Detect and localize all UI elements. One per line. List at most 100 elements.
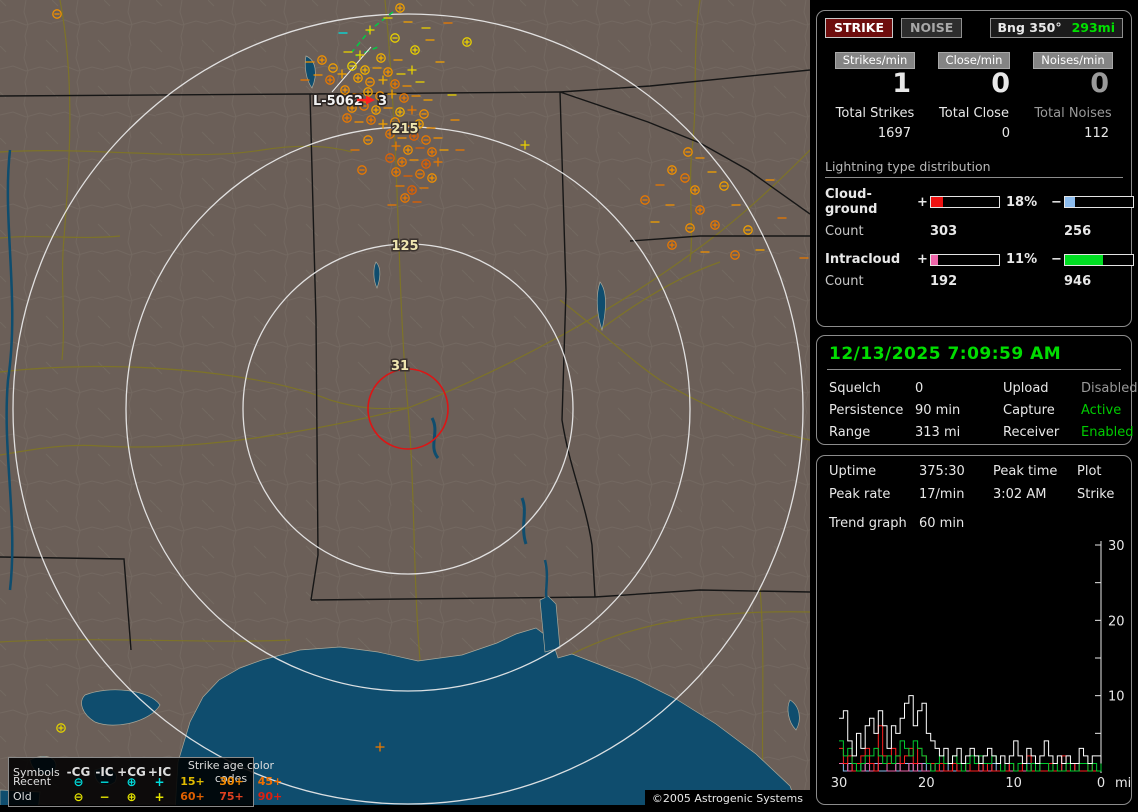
uptime-value: 375:30 bbox=[919, 464, 965, 479]
storm-cell-speed: 3 bbox=[378, 94, 387, 109]
peak-rate-value: 17/min bbox=[919, 487, 965, 502]
lightning-map[interactable]: 215 125 31 L-5062 3 Symbols -CG -IC +CG … bbox=[0, 0, 810, 812]
receiver-label: Receiver bbox=[1003, 425, 1060, 440]
noises-per-min-column: Noises/min 0 Total Noises 112 bbox=[1025, 52, 1121, 141]
cg-neg-count: 256 bbox=[1064, 224, 1092, 240]
ic-neg-count: 946 bbox=[1064, 274, 1092, 290]
cloud-ground-label: Cloud-ground bbox=[825, 187, 878, 218]
intracloud-row: Intracloud + 11% − 56% bbox=[825, 252, 1134, 268]
strikes-per-min-column: Strikes/min 1 Total Strikes 1697 bbox=[827, 52, 923, 141]
noises-per-min-value: 0 bbox=[1090, 68, 1109, 99]
squelch-label: Squelch bbox=[829, 381, 881, 396]
trend-graph-row: Trend graph 60 min bbox=[827, 516, 1125, 531]
cg-pos-count: 303 bbox=[930, 224, 958, 240]
close-per-min-value: 0 bbox=[991, 68, 1010, 99]
intracloud-count-row: Count 192 946 bbox=[825, 274, 1123, 289]
intracloud-label: Intracloud bbox=[825, 252, 901, 268]
age-60: 60+ bbox=[180, 790, 205, 803]
svg-text:10: 10 bbox=[1005, 776, 1022, 789]
cg-count-label: Count bbox=[825, 224, 864, 240]
cg-minus-sign: − bbox=[1051, 194, 1062, 210]
old-cg-neg-icon: ⊖ bbox=[73, 789, 84, 804]
copyright-text: ©2005 Astrogenic Systems bbox=[644, 790, 810, 807]
noises-per-min-button[interactable]: Noises/min bbox=[1033, 52, 1113, 69]
cloud-ground-row: Cloud-ground + 18% − 15% bbox=[825, 187, 1134, 218]
ic-plus-sign: + bbox=[917, 252, 928, 268]
strikes-per-min-button[interactable]: Strikes/min bbox=[834, 52, 916, 69]
lightning-distribution: Lightning type distribution Cloud-ground… bbox=[825, 159, 1134, 289]
svg-text:30: 30 bbox=[831, 776, 848, 789]
age-15: 15+ bbox=[180, 775, 205, 788]
age-30: 30+ bbox=[219, 775, 244, 788]
distribution-title: Lightning type distribution bbox=[825, 159, 1123, 179]
squelch-value: 0 bbox=[915, 381, 924, 396]
ic-minus-sign: − bbox=[1051, 252, 1062, 268]
strikes-per-min-value: 1 bbox=[892, 68, 911, 99]
trend-graph-label: Trend graph bbox=[829, 516, 907, 531]
old-ic-neg-icon: − bbox=[99, 789, 110, 804]
cg-neg-bar bbox=[1064, 196, 1134, 209]
old-ic-pos-icon: + bbox=[154, 789, 165, 804]
recent-cg-neg-icon: ⊖ bbox=[73, 774, 84, 789]
recent-cg-pos-icon: ⊕ bbox=[126, 774, 137, 789]
svg-text:10: 10 bbox=[1108, 690, 1125, 705]
peak-rate-row: Peak rate 17/min 3:02 AM Strike bbox=[827, 487, 1125, 502]
age-90: 90+ bbox=[257, 790, 283, 803]
recent-ic-neg-icon: − bbox=[99, 774, 110, 789]
total-strikes-value: 1697 bbox=[877, 126, 911, 142]
ic-pos-pct: 11% bbox=[1006, 252, 1038, 268]
persistence-capture-row: Persistence 90 min Capture Active bbox=[827, 403, 1121, 418]
legend-old-label: Old bbox=[13, 790, 32, 803]
svg-text:30: 30 bbox=[1108, 539, 1125, 554]
ring-label-31: 31 bbox=[391, 359, 409, 374]
close-per-min-button[interactable]: Close/min bbox=[937, 52, 1011, 69]
cg-pos-pct: 18% bbox=[1006, 194, 1038, 210]
ic-pos-count: 192 bbox=[930, 274, 958, 290]
counters-box: STRIKE NOISE Bng 350° 293mi Strikes/min … bbox=[816, 10, 1134, 327]
upload-status: Disabled bbox=[1081, 381, 1138, 396]
storm-cell-id: L-5062 bbox=[313, 94, 363, 109]
legend-old-row: Old ⊖ − ⊕ + 60+ 75+ 90+ bbox=[13, 789, 282, 804]
side-panel: STRIKE NOISE Bng 350° 293mi Strikes/min … bbox=[569, 0, 1138, 812]
uptime-label: Uptime bbox=[829, 464, 877, 479]
bearing-label: Bng 350° bbox=[997, 20, 1062, 35]
peak-rate-label: Peak rate bbox=[829, 487, 891, 502]
status-box: 12/13/2025 7:09:59 AM Squelch 0 Upload D… bbox=[816, 335, 1137, 445]
plot-label: Plot bbox=[1077, 464, 1102, 479]
age-45: 45+ bbox=[257, 775, 283, 788]
map-canvas[interactable]: 215 125 31 L-5062 3 bbox=[0, 0, 810, 812]
strike-button[interactable]: STRIKE bbox=[825, 18, 894, 38]
upload-label: Upload bbox=[1003, 381, 1049, 396]
total-noises-value: 112 bbox=[1084, 126, 1109, 142]
persistence-value: 90 min bbox=[915, 403, 961, 418]
svg-text:0: 0 bbox=[1097, 776, 1105, 789]
svg-text:20: 20 bbox=[918, 776, 935, 789]
total-noises-label: Total Noises bbox=[1034, 106, 1112, 122]
age-75: 75+ bbox=[219, 790, 244, 803]
peak-time-label: Peak time bbox=[993, 464, 1058, 479]
persistence-label: Persistence bbox=[829, 403, 904, 418]
ic-count-label: Count bbox=[825, 274, 864, 290]
trend-graph-chart: 1020306050403020100min bbox=[569, 539, 1138, 791]
receiver-status: Enabled bbox=[1081, 425, 1134, 440]
noise-button[interactable]: NOISE bbox=[901, 18, 963, 38]
squelch-upload-row: Squelch 0 Upload Disabled bbox=[827, 381, 1137, 396]
ic-neg-bar bbox=[1064, 253, 1134, 266]
legend-recent-row: Recent ⊖ − ⊕ + 15+ 30+ 45+ bbox=[13, 774, 282, 789]
trend-graph-window: 60 min bbox=[919, 516, 965, 531]
capture-status: Active bbox=[1081, 403, 1122, 418]
cg-plus-sign: + bbox=[917, 194, 928, 210]
uptime-row: Uptime 375:30 Peak time Plot bbox=[827, 464, 1125, 479]
capture-label: Capture bbox=[1003, 403, 1055, 418]
cg-pos-bar bbox=[930, 196, 1000, 209]
recent-ic-pos-icon: + bbox=[154, 774, 165, 789]
ring-label-125: 125 bbox=[391, 239, 418, 254]
peak-time-value: 3:02 AM bbox=[993, 487, 1047, 502]
ic-pos-bar bbox=[930, 253, 1000, 266]
total-close-value: 0 bbox=[1001, 126, 1010, 142]
total-strikes-label: Total Strikes bbox=[835, 106, 915, 122]
range-label: Range bbox=[829, 425, 871, 440]
bearing-distance: 293mi bbox=[1071, 20, 1115, 35]
close-per-min-column: Close/min 0 Total Close 0 bbox=[926, 52, 1022, 141]
svg-text:min: min bbox=[1115, 776, 1131, 789]
